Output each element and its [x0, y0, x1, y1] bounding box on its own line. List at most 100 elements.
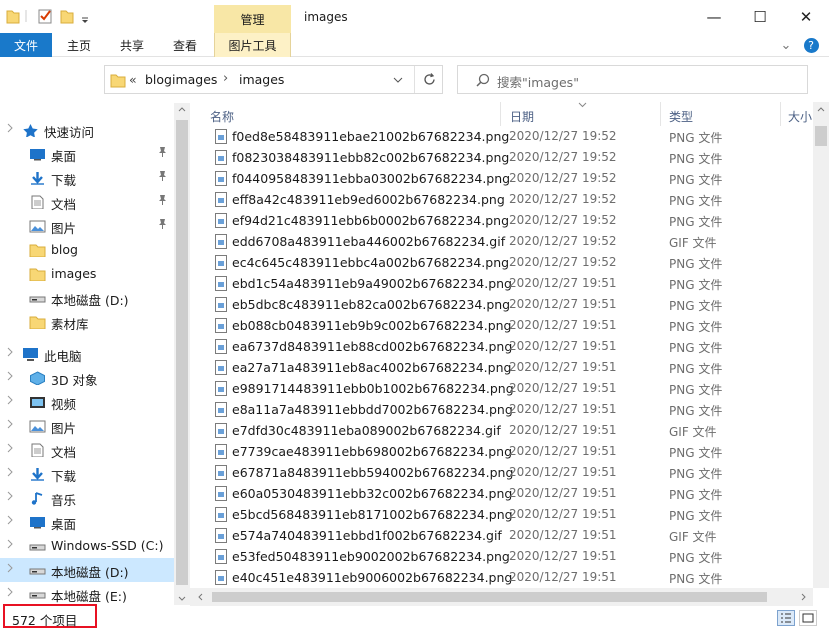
tab-home[interactable]: 主页 — [52, 33, 106, 57]
customize-toolbar-icon[interactable] — [80, 8, 90, 24]
address-bar[interactable]: « blogimages › images — [104, 65, 443, 94]
help-icon[interactable]: ? — [801, 33, 821, 57]
details-view-button[interactable] — [777, 610, 795, 626]
manage-tab[interactable]: 管理 — [214, 5, 291, 33]
nav-pc-item-0[interactable]: 3D 对象 — [0, 366, 174, 390]
nav-pc-item-9[interactable]: 本地磁盘 (E:) — [0, 582, 174, 606]
column-name[interactable]: 名称 — [210, 108, 234, 125]
nav-pc-item-7[interactable]: Windows-SSD (C:) — [0, 534, 174, 558]
tab-view[interactable]: 查看 — [158, 33, 212, 57]
nav-this-pc[interactable]: 此电脑 — [0, 342, 174, 366]
file-row[interactable]: f0ed8e58483911ebae21002b67682234.png 2020… — [190, 126, 813, 147]
expand-chevron-icon[interactable] — [6, 587, 14, 600]
file-date: 2020/12/27 19:52 — [509, 192, 617, 206]
nav-pc-item-6[interactable]: 桌面 — [0, 510, 174, 534]
column-type[interactable]: 类型 — [669, 108, 693, 125]
minimize-button[interactable]: — — [691, 4, 737, 30]
expand-chevron-icon[interactable] — [6, 467, 14, 480]
expand-chevron-icon[interactable] — [6, 371, 14, 384]
file-row[interactable]: e7dfd30c483911eba089002b67682234.gif 2020… — [190, 420, 813, 441]
expand-chevron-icon[interactable] — [6, 539, 14, 552]
scroll-right-icon[interactable] — [801, 593, 807, 601]
tab-file[interactable]: 文件 — [0, 33, 52, 57]
nav-pc-item-8[interactable]: 本地磁盘 (D:) — [0, 558, 174, 582]
file-row[interactable]: e40c451e483911eb9006002b67682234.png 2020… — [190, 567, 813, 588]
breadcrumb-images[interactable]: images — [239, 72, 284, 87]
column-divider[interactable] — [660, 102, 661, 126]
expand-chevron-icon[interactable] — [6, 123, 14, 136]
nav-pc-item-3[interactable]: 文档 — [0, 438, 174, 462]
list-scroll-up-icon[interactable] — [817, 106, 825, 112]
nav-item-7[interactable]: 素材库 — [0, 310, 174, 334]
nav-item-5[interactable]: images — [0, 262, 174, 286]
file-row[interactable]: e8a11a7a483911ebbdd7002b67682234.png 2020… — [190, 399, 813, 420]
expand-chevron-icon[interactable] — [6, 347, 14, 360]
tab-picture-tools[interactable]: 图片工具 — [214, 33, 291, 57]
nav-scroll-up-icon[interactable] — [178, 106, 186, 112]
nav-item-3[interactable]: 图片 — [0, 214, 174, 238]
file-row[interactable]: edd6708a483911eba446002b67682234.gif 2020… — [190, 231, 813, 252]
column-divider[interactable] — [780, 102, 781, 126]
file-row[interactable]: ec4c645c483911ebbc4a002b67682234.png 2020… — [190, 252, 813, 273]
nav-scrollbar-thumb[interactable] — [176, 120, 188, 585]
file-row[interactable]: e7739cae483911ebb698002b67682234.png 2020… — [190, 441, 813, 462]
nav-pc-item-4[interactable]: 下载 — [0, 462, 174, 486]
file-row[interactable]: e5bcd568483911eb8171002b67682234.png 2020… — [190, 504, 813, 525]
expand-chevron-icon[interactable] — [6, 515, 14, 528]
file-type: PNG 文件 — [669, 299, 723, 313]
nav-item-4[interactable]: blog — [0, 238, 174, 262]
file-type: PNG 文件 — [669, 194, 723, 208]
file-row[interactable]: eff8a42c483911eb9ed6002b67682234.png 2020… — [190, 189, 813, 210]
list-vertical-scrollbar[interactable] — [813, 102, 829, 588]
file-row[interactable]: e60a0530483911ebb32c002b67682234.png 2020… — [190, 483, 813, 504]
nav-pc-item-1[interactable]: 视频 — [0, 390, 174, 414]
expand-chevron-icon[interactable] — [6, 491, 14, 504]
nav-pc-item-2[interactable]: 图片 — [0, 414, 174, 438]
expand-chevron-icon[interactable] — [6, 443, 14, 456]
file-row[interactable]: ea27a71a483911eb8ac4002b67682234.png 2020… — [190, 357, 813, 378]
nav-item-0[interactable]: 桌面 — [0, 142, 174, 166]
file-row[interactable]: ebd1c54a483911eb9a49002b67682234.png 2020… — [190, 273, 813, 294]
file-row[interactable]: eb088cb0483911eb9b9c002b67682234.png 2020… — [190, 315, 813, 336]
address-dropdown-icon[interactable] — [393, 77, 403, 84]
file-row[interactable]: f0823038483911ebb82c002b67682234.png 2020… — [190, 147, 813, 168]
nav-item-1[interactable]: 下载 — [0, 166, 174, 190]
desktop-icon — [30, 149, 45, 161]
file-row[interactable]: eb5dbc8c483911eb82ca002b67682234.png 2020… — [190, 294, 813, 315]
nav-item-2[interactable]: 文档 — [0, 190, 174, 214]
file-row[interactable]: e53fed50483911eb9002002b67682234.png 2020… — [190, 546, 813, 567]
nav-item-6[interactable]: 本地磁盘 (D:) — [0, 286, 174, 310]
file-row[interactable]: f0440958483911ebba03002b67682234.png 2020… — [190, 168, 813, 189]
file-name: e53fed50483911eb9002002b67682234.png — [232, 549, 510, 564]
expand-chevron-icon[interactable] — [6, 563, 14, 576]
tab-share[interactable]: 共享 — [106, 33, 158, 57]
file-row[interactable]: ea6737d8483911eb88cd002b67682234.png 2020… — [190, 336, 813, 357]
expand-chevron-icon[interactable] — [6, 419, 14, 432]
file-row[interactable]: e574a740483911ebbd1f002b67682234.gif 2020… — [190, 525, 813, 546]
file-row[interactable]: e9891714483911ebb0b1002b67682234.png 2020… — [190, 378, 813, 399]
expand-ribbon-icon[interactable]: ⌄ — [776, 33, 796, 57]
address-overflow[interactable]: « — [129, 72, 137, 87]
refresh-icon[interactable] — [422, 72, 437, 87]
close-button[interactable]: ✕ — [783, 4, 829, 30]
column-size[interactable]: 大小 — [788, 108, 812, 125]
nav-scroll-down-icon[interactable] — [178, 596, 186, 602]
maximize-button[interactable]: ☐ — [737, 4, 783, 30]
list-hscroll-thumb[interactable] — [212, 592, 767, 602]
nav-pc-item-5[interactable]: 音乐 — [0, 486, 174, 510]
new-folder-icon[interactable] — [60, 8, 74, 24]
column-date[interactable]: 日期 — [510, 108, 534, 125]
large-icons-view-button[interactable] — [799, 610, 817, 626]
scroll-left-icon[interactable] — [197, 593, 203, 601]
breadcrumb-separator-icon[interactable]: › — [223, 71, 228, 86]
file-row[interactable]: e67871a8483911ebb594002b67682234.png 2020… — [190, 462, 813, 483]
search-box[interactable]: 搜索"images" — [457, 65, 808, 94]
breadcrumb-blogimages[interactable]: blogimages — [145, 72, 217, 87]
3d-objects-icon — [30, 371, 45, 385]
list-scrollbar-thumb[interactable] — [815, 126, 827, 146]
column-divider[interactable] — [500, 102, 501, 126]
properties-icon[interactable] — [38, 8, 52, 24]
file-row[interactable]: ef94d21c483911ebb6b0002b67682234.png 2020… — [190, 210, 813, 231]
nav-quick-access[interactable]: 快速访问 — [0, 118, 174, 142]
expand-chevron-icon[interactable] — [6, 395, 14, 408]
